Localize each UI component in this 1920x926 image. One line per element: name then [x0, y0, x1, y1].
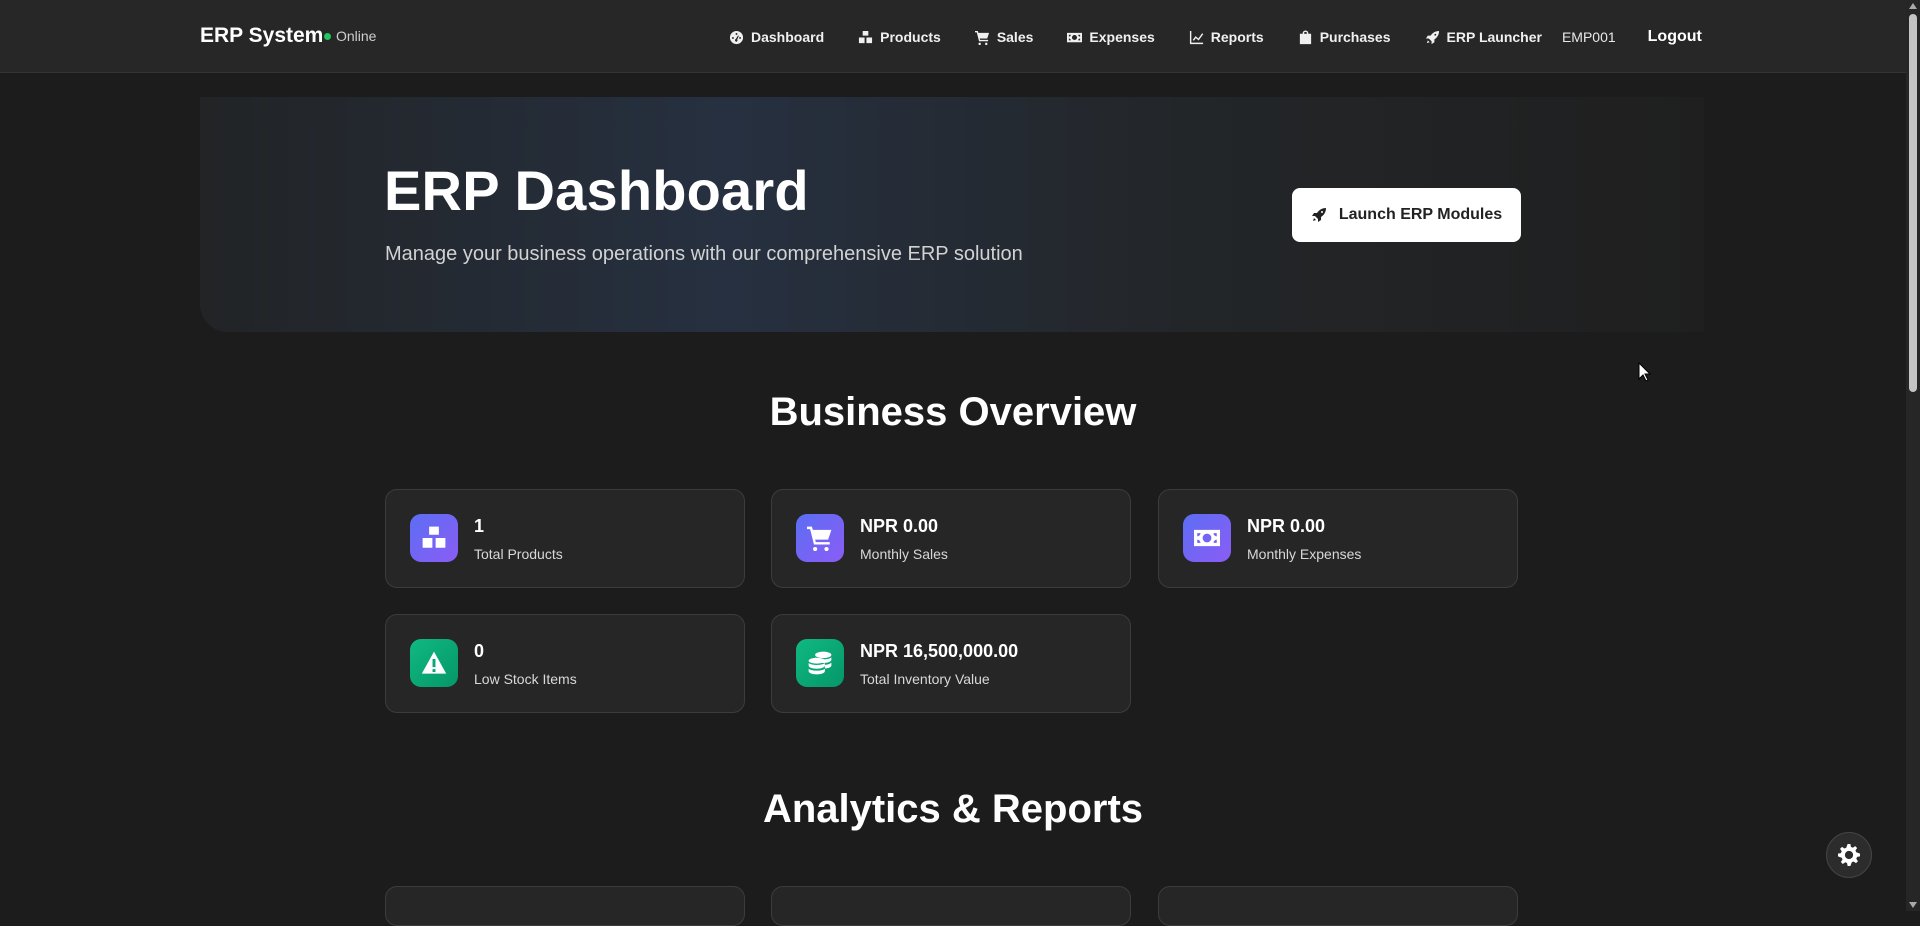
cart-icon [796, 514, 844, 562]
money-bill-icon [1183, 514, 1231, 562]
status-label: Online [336, 28, 377, 44]
scroll-up-icon[interactable] [1909, 3, 1917, 9]
stat-card-inventory-value[interactable]: NPR 16,500,000.00 Total Inventory Value [771, 614, 1131, 713]
main-nav: Dashboard Products Sales Expenses Report… [729, 26, 1702, 48]
stat-card-monthly-expenses[interactable]: NPR 0.00 Monthly Expenses [1158, 489, 1518, 588]
mouse-cursor-icon [1638, 362, 1652, 382]
logout-button[interactable]: Logout [1648, 28, 1702, 46]
page-scrollbar[interactable] [1906, 0, 1920, 911]
gear-icon [1838, 844, 1860, 866]
scrollbar-thumb[interactable] [1909, 14, 1917, 392]
nav-label: Products [880, 29, 941, 45]
warning-icon [410, 639, 458, 687]
report-card[interactable] [1158, 886, 1518, 926]
report-card[interactable] [385, 886, 745, 926]
stat-label: Monthly Sales [860, 546, 948, 562]
online-dot-icon [324, 32, 331, 40]
stat-label: Total Inventory Value [860, 671, 990, 687]
launch-erp-modules-button[interactable]: Launch ERP Modules [1292, 188, 1521, 242]
stat-card-total-products[interactable]: 1 Total Products [385, 489, 745, 588]
nav-item-sales[interactable]: Sales [974, 29, 1034, 45]
business-overview-heading: Business Overview [769, 390, 1137, 434]
cart-icon [974, 30, 989, 45]
theme-toggle-button[interactable] [1826, 832, 1872, 878]
nav-label: Expenses [1089, 29, 1155, 45]
stat-value: NPR 0.00 [860, 516, 939, 536]
stat-card-monthly-sales[interactable]: NPR 0.00 Monthly Sales [771, 489, 1131, 588]
page-title: ERP Dashboard [384, 159, 809, 222]
nav-label: ERP Launcher [1446, 29, 1542, 45]
scroll-down-icon[interactable] [1909, 902, 1917, 908]
nav-item-reports[interactable]: Reports [1189, 29, 1264, 45]
stat-value: 0 [474, 641, 485, 661]
user-id: EMP001 [1561, 29, 1616, 45]
coins-icon [796, 639, 844, 687]
stat-label: Low Stock Items [474, 671, 577, 687]
brand-title[interactable]: ERP System [200, 24, 323, 48]
boxes-icon [410, 514, 458, 562]
launch-button-label: Launch ERP Modules [1338, 206, 1503, 223]
status-indicator: Online [324, 28, 376, 44]
boxes-icon [859, 30, 873, 43]
shopping-bag-icon [1299, 29, 1311, 44]
rocket-icon [1425, 30, 1439, 44]
top-navbar: ERP System Online Dashboard Products Sal… [0, 0, 1906, 73]
stat-card-low-stock[interactable]: 0 Low Stock Items [385, 614, 745, 713]
analytics-reports-heading: Analytics & Reports [762, 787, 1144, 831]
stat-value: NPR 0.00 [1247, 516, 1326, 536]
nav-label: Reports [1210, 29, 1264, 45]
gauge-icon [729, 30, 744, 44]
nav-item-products[interactable]: Products [858, 29, 941, 45]
nav-label: Sales [996, 29, 1034, 45]
report-card[interactable] [771, 886, 1131, 926]
stat-label: Monthly Expenses [1247, 546, 1362, 562]
nav-item-dashboard[interactable]: Dashboard [729, 29, 824, 45]
stat-value: NPR 16,500,000.00 [860, 641, 1019, 661]
rocket-icon [1311, 208, 1326, 222]
page-subtitle: Manage your business operations with our… [385, 243, 1023, 265]
nav-item-erp-launcher[interactable]: ERP Launcher [1425, 29, 1542, 45]
money-bill-icon [1067, 32, 1083, 42]
nav-label: Purchases [1319, 29, 1391, 45]
stat-value: 1 [474, 516, 485, 536]
nav-item-purchases[interactable]: Purchases [1298, 29, 1391, 45]
chart-line-icon [1189, 30, 1204, 44]
nav-label: Dashboard [751, 29, 825, 45]
stat-label: Total Products [474, 546, 563, 562]
nav-item-expenses[interactable]: Expenses [1067, 29, 1155, 45]
